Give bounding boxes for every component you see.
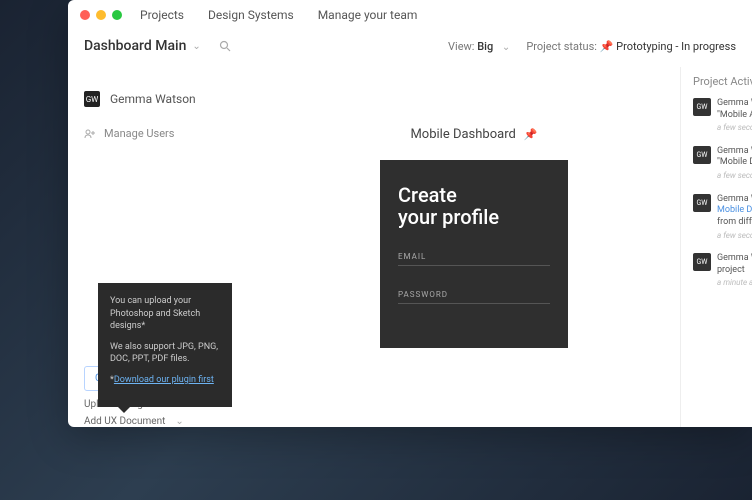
tooltip-link-line: *Download our plugin first <box>110 374 220 387</box>
tooltip-text-2: We also support JPG, PNG, DOC, PPT, PDF … <box>110 341 220 366</box>
add-ux-label: Add UX Document <box>84 416 165 427</box>
activity-text: Gemma W "Mobile A a few seco <box>717 98 752 134</box>
status-label: Project status: <box>526 40 597 53</box>
nav-projects[interactable]: Projects <box>140 8 184 22</box>
activity-item[interactable]: GW Gemma W project a minute a <box>693 253 752 289</box>
minimize-window-button[interactable] <box>96 10 106 20</box>
view-label: View: <box>448 40 474 53</box>
chevron-down-icon: ⌄ <box>502 42 510 53</box>
header-controls: View: Big ⌄ Project status: 📌 Prototypin… <box>448 40 736 53</box>
tooltip-text-1: You can upload your Photoshop and Sketch… <box>110 295 220 333</box>
upload-tooltip: You can upload your Photoshop and Sketch… <box>98 283 232 407</box>
status-control[interactable]: Project status: 📌 Prototyping - In progr… <box>526 40 736 53</box>
activity-avatar: GW <box>693 146 711 164</box>
user-avatar: GW <box>84 91 100 107</box>
titlebar: Projects Design Systems Manage your team <box>68 0 752 30</box>
nav-manage-team[interactable]: Manage your team <box>318 8 418 22</box>
view-control[interactable]: View: Big ⌄ <box>448 40 510 53</box>
activity-item[interactable]: GW Gemma W "Mobile A a few seco <box>693 98 752 134</box>
pin-icon: 📌 <box>600 40 614 53</box>
close-window-button[interactable] <box>80 10 90 20</box>
page-title: Dashboard Main <box>84 38 186 54</box>
mockup-heading: Create your profile <box>398 184 550 228</box>
activity-avatar: GW <box>693 194 711 212</box>
user-plus-icon <box>84 128 96 140</box>
page-header: Dashboard Main ⌄ View: Big ⌄ Project sta… <box>68 30 752 67</box>
manage-users-link[interactable]: Manage Users <box>84 127 252 140</box>
title-dropdown-icon[interactable]: ⌄ <box>192 41 200 52</box>
design-mockup[interactable]: Create your profile EMAIL PASSWORD <box>380 160 568 348</box>
activity-text: Gemma W "Mobile D a few seco <box>717 146 752 182</box>
mockup-password-field: PASSWORD <box>398 284 550 304</box>
view-value: Big <box>477 40 493 53</box>
manage-users-label: Manage Users <box>104 127 174 140</box>
main-canvas: Mobile Dashboard 📌 Create your profile E… <box>268 67 680 427</box>
maximize-window-button[interactable] <box>112 10 122 20</box>
download-plugin-link[interactable]: Download our plugin first <box>114 375 214 385</box>
document-title[interactable]: Mobile Dashboard 📌 <box>410 127 537 142</box>
window-controls <box>80 10 122 20</box>
document-title-text: Mobile Dashboard <box>410 127 515 142</box>
status-value: Prototyping - In progress <box>616 40 736 53</box>
activity-text: Gemma W project a minute a <box>717 253 752 289</box>
search-icon[interactable] <box>219 40 231 52</box>
activity-item[interactable]: GW Gemma W "Mobile D a few seco <box>693 146 752 182</box>
mockup-email-field: EMAIL <box>398 246 550 266</box>
activity-panel: Project Activity GW Gemma W "Mobile A a … <box>680 67 752 427</box>
user-row[interactable]: GW Gemma Watson <box>84 91 252 107</box>
activity-text: Gemma W Mobile D from diff a few seco <box>717 194 752 241</box>
nav-design-systems[interactable]: Design Systems <box>208 8 294 22</box>
add-ux-document-link[interactable]: Add UX Document ⌄ <box>84 416 252 427</box>
pin-icon: 📌 <box>524 128 538 141</box>
activity-avatar: GW <box>693 253 711 271</box>
user-name: Gemma Watson <box>110 92 196 106</box>
chevron-down-icon: ⌄ <box>175 416 183 427</box>
activity-avatar: GW <box>693 98 711 116</box>
activity-title: Project Activity <box>693 75 752 88</box>
activity-item[interactable]: GW Gemma W Mobile D from diff a few seco <box>693 194 752 241</box>
